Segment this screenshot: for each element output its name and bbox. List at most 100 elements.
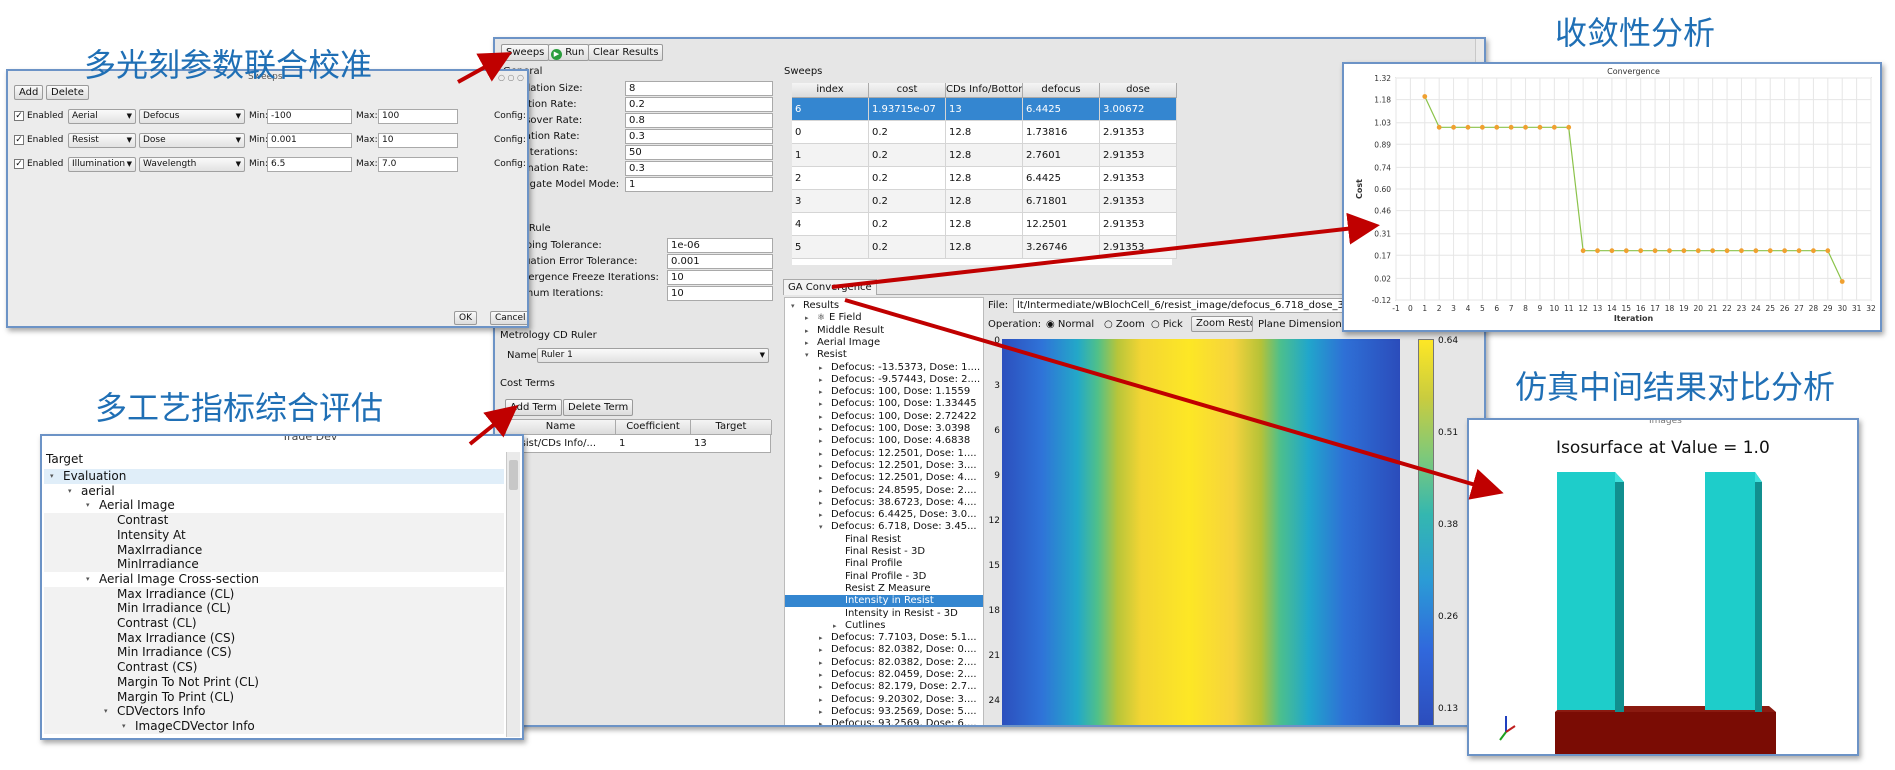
min-input[interactable]: 0.001 [267, 133, 352, 148]
sweeps-cell[interactable]: 2.91353 [1100, 144, 1177, 167]
expand-closed-icon[interactable]: ▸ [819, 411, 823, 423]
sweeps-column-header[interactable]: defocus [1023, 83, 1100, 98]
evaluation-tree-item[interactable]: MaxIrradiance [44, 542, 504, 558]
stop-rule-field-input[interactable]: 1e-06 [667, 238, 773, 253]
enabled-checkbox[interactable]: ✓ [14, 135, 24, 145]
sweeps-cell[interactable]: 0.2 [869, 190, 946, 213]
expand-closed-icon[interactable]: ▸ [819, 362, 823, 374]
results-tree-item[interactable]: ▸ Defocus: 12.2501, Dose: 4.... [785, 472, 983, 484]
delete-sweep-button[interactable]: Delete [46, 85, 89, 100]
expand-closed-icon[interactable]: ▸ [819, 669, 823, 681]
results-tree-item[interactable]: Resist Z Measure [785, 583, 983, 595]
sweeps-cell[interactable]: 2.91353 [1100, 167, 1177, 190]
evaluation-tree-item[interactable]: Min Irradiance (CS) [44, 645, 504, 661]
results-tree-item[interactable]: ▸ Defocus: 6.4425, Dose: 3.0... [785, 509, 983, 521]
expand-closed-icon[interactable]: ▸ [819, 509, 823, 521]
stop-rule-field-input[interactable]: 10 [667, 286, 773, 301]
max-input[interactable]: 7.0 [378, 157, 458, 172]
expand-closed-icon[interactable]: ▸ [833, 620, 837, 632]
evaluation-tree-item[interactable]: Max Irradiance (CL) [44, 586, 504, 602]
expand-open-icon[interactable]: ▾ [86, 498, 90, 513]
enabled-checkbox[interactable]: ✓ [14, 159, 24, 169]
sweeps-cell[interactable]: 3 [792, 190, 869, 213]
expand-closed-icon[interactable]: ▸ [819, 374, 823, 386]
evaluation-tree-item[interactable]: Contrast (CL) [44, 616, 504, 631]
sweep-type-select[interactable]: Resist ▼ [68, 133, 136, 148]
sweeps-cell[interactable]: 0.2 [869, 121, 946, 144]
results-tree-item[interactable]: ▸ Defocus: 12.2501, Dose: 3.... [785, 460, 983, 472]
results-tree-item[interactable]: ▸ Aerial Image [785, 337, 983, 349]
sweeps-cell[interactable]: 12.2501 [1023, 213, 1100, 236]
sweeps-cell[interactable]: 0.2 [869, 167, 946, 190]
min-input[interactable]: -100 [267, 109, 352, 124]
expand-open-icon[interactable]: ▾ [791, 300, 795, 312]
results-tree-item[interactable]: ▸ Middle Result [785, 325, 983, 337]
evaluation-tree-item[interactable]: ▾ ImageCDVector Info [44, 718, 504, 734]
pick-radio[interactable]: ○ Pick [1151, 318, 1183, 331]
sweeps-cell[interactable]: 2.7601 [1023, 144, 1100, 167]
results-tree-item[interactable]: Intensity in Resist [785, 595, 983, 608]
expand-open-icon[interactable]: ▾ [104, 704, 108, 719]
expand-closed-icon[interactable]: ▸ [819, 706, 823, 718]
sweeps-cell[interactable]: 6 [792, 98, 869, 121]
isosurface-render[interactable] [1469, 420, 1857, 754]
sweeps-cell[interactable]: 1.73816 [1023, 121, 1100, 144]
results-tree-item[interactable]: ▸ Defocus: 12.2501, Dose: 1.... [785, 448, 983, 460]
stop-rule-field-input[interactable]: 10 [667, 270, 773, 285]
general-field-input[interactable]: 0.3 [625, 161, 773, 176]
general-field-input[interactable]: 0.8 [625, 113, 773, 128]
expand-open-icon[interactable]: ▾ [86, 572, 90, 587]
evaluation-tree-item[interactable]: ▾ Evaluation [44, 469, 504, 484]
expand-open-icon[interactable]: ▾ [122, 719, 126, 734]
evaluation-tree-item[interactable]: Margin To Not Print (CL) [44, 674, 504, 690]
results-tree-item[interactable]: ▸ Defocus: 82.0382, Dose: 0.... [785, 644, 983, 656]
sweeps-column-header[interactable]: dose [1100, 83, 1177, 98]
sweeps-cell[interactable]: 0.2 [869, 213, 946, 236]
scroll-thumb[interactable] [509, 460, 518, 490]
sweeps-cell[interactable]: 12.8 [946, 190, 1023, 213]
sweep-param-select[interactable]: Dose ▼ [139, 133, 245, 148]
sweeps-cell[interactable]: 12.8 [946, 213, 1023, 236]
expand-closed-icon[interactable]: ▸ [819, 485, 823, 497]
delete-term-button[interactable]: Delete Term [563, 399, 634, 416]
results-tree-item[interactable]: ▾ Defocus: 6.718, Dose: 3.45... [785, 521, 983, 533]
evaluation-tree-item[interactable]: ▾ Aerial Image [44, 498, 504, 513]
ruler-select[interactable]: Ruler 1 ▼ [537, 348, 769, 363]
results-tree-item[interactable]: ▸ Defocus: 100, Dose: 4.6838 [785, 435, 983, 447]
expand-open-icon[interactable]: ▾ [50, 469, 54, 484]
expand-open-icon[interactable]: ▾ [805, 349, 809, 361]
ok-button[interactable]: OK [454, 311, 477, 325]
sweep-param-select[interactable]: Defocus ▼ [139, 109, 245, 124]
sweeps-column-header[interactable]: CDs Info/Bottom [946, 83, 1023, 98]
sweep-type-select[interactable]: Illumination ▼ [68, 157, 136, 172]
results-tree-item[interactable]: ▸ Defocus: -13.5373, Dose: 1.... [785, 362, 983, 374]
evaluation-tree-item[interactable]: Contrast [44, 513, 504, 529]
results-tree-item[interactable]: ▸ Defocus: 100, Dose: 3.0398 [785, 423, 983, 435]
results-tree-item[interactable]: ▸ Defocus: 93.2569, Dose: 5.... [785, 706, 983, 718]
results-tree-item[interactable]: ▸ Defocus: 82.0459, Dose: 2.... [785, 669, 983, 681]
evaluation-tree-item[interactable]: ▾ aerial [44, 484, 504, 499]
results-tree-item[interactable]: ▸ ⚛ E Field [785, 312, 983, 324]
sweeps-cell[interactable]: 2.91353 [1100, 236, 1177, 259]
expand-closed-icon[interactable]: ▸ [819, 386, 823, 398]
sweeps-cell[interactable]: 5 [792, 236, 869, 259]
sweeps-cell[interactable]: 13 [946, 98, 1023, 121]
evaluation-scrollbar[interactable] [506, 452, 520, 737]
evaluation-tree-item[interactable]: ▾ CDVectors Info [44, 704, 504, 720]
add-term-button[interactable]: Add Term [505, 399, 562, 416]
general-field-input[interactable]: 1 [625, 177, 773, 192]
cost-term-coefficient[interactable]: 1 [619, 437, 625, 450]
normal-radio[interactable]: ◉ Normal [1046, 318, 1094, 331]
results-tree-item[interactable]: Intensity in Resist - 3D [785, 608, 983, 620]
expand-closed-icon[interactable]: ▸ [805, 337, 809, 349]
sweeps-cell[interactable]: 2 [792, 167, 869, 190]
evaluation-tree-item[interactable]: Margin To Print (CL) [44, 689, 504, 705]
expand-closed-icon[interactable]: ▸ [819, 644, 823, 656]
sweeps-cell[interactable]: 0 [792, 121, 869, 144]
results-tree-item[interactable]: Final Profile [785, 558, 983, 570]
expand-closed-icon[interactable]: ▸ [819, 681, 823, 693]
max-input[interactable]: 10 [378, 133, 458, 148]
results-tree-item[interactable]: ▸ Defocus: -9.57443, Dose: 2.... [785, 374, 983, 386]
sweeps-cell[interactable]: 6.71801 [1023, 190, 1100, 213]
sweep-param-select[interactable]: Wavelength ▼ [139, 157, 245, 172]
